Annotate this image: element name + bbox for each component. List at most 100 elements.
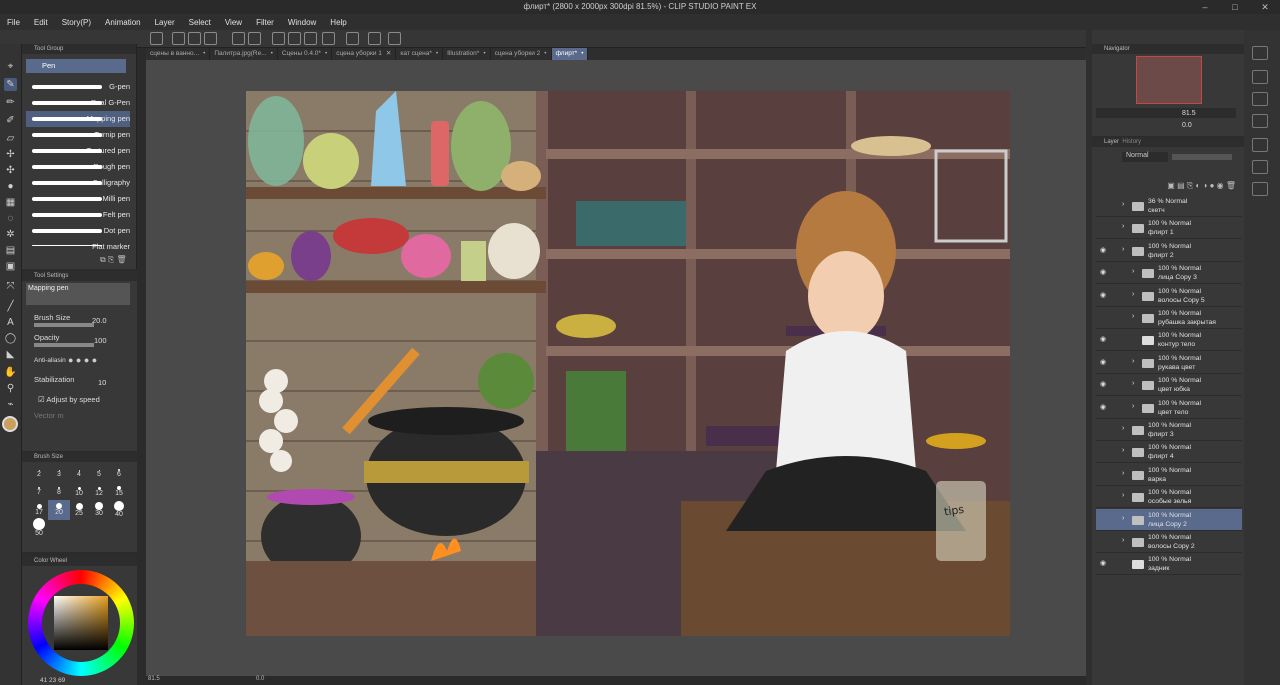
close-icon[interactable]: • <box>436 48 438 60</box>
brush-size-cell[interactable]: 15 <box>108 482 130 502</box>
brush-size-cell[interactable]: 3 <box>48 464 70 484</box>
menu-select[interactable]: Select <box>182 18 218 27</box>
tool-group-pen[interactable]: Pen <box>26 59 126 73</box>
close-icon[interactable]: ✕ <box>1250 0 1280 14</box>
eraser-tool-icon[interactable]: ▱ <box>4 132 17 145</box>
layer-row[interactable]: › 100 % Normal флирт 4 <box>1096 441 1242 464</box>
hue-ring[interactable] <box>28 570 134 676</box>
brush-item[interactable]: Turnip pen <box>26 127 130 143</box>
antialias-options[interactable]: ● ● ● ● <box>68 355 128 366</box>
brush-size-slider[interactable] <box>34 323 94 327</box>
chevron-right-icon[interactable]: › <box>1132 403 1134 410</box>
eye-icon[interactable]: ◉ <box>1100 403 1108 411</box>
eye-icon[interactable]: ◉ <box>1100 268 1108 276</box>
gradient-tool-icon[interactable]: ▤ <box>4 244 17 257</box>
layer-tab[interactable]: Layer <box>1104 139 1119 145</box>
brush-item-selected[interactable]: Mapping pen <box>26 111 130 127</box>
eye-icon[interactable]: ◉ <box>1100 380 1108 388</box>
brush-size-cell[interactable]: 7 <box>28 482 50 502</box>
frame-tool-icon[interactable]: ▣ <box>4 260 17 273</box>
chevron-right-icon[interactable]: › <box>1122 201 1124 208</box>
minimize-icon[interactable]: – <box>1190 0 1220 14</box>
correct-line-icon[interactable]: ◣ <box>4 348 17 361</box>
close-icon[interactable]: • <box>325 48 327 60</box>
close-icon[interactable]: • <box>581 48 583 60</box>
document-tab[interactable]: Палитра.jpg(Re... • <box>210 48 278 60</box>
layer-row[interactable]: › 100 % Normal особые зелья <box>1096 486 1242 509</box>
layer-row[interactable]: › 36 % Normal скетч <box>1096 195 1242 217</box>
menu-window[interactable]: Window <box>281 18 323 27</box>
brush-size-cell[interactable]: 25 <box>68 500 90 520</box>
panel-icon[interactable] <box>1252 160 1268 174</box>
brush-size-cell[interactable]: 40 <box>108 500 130 520</box>
blend-tool-icon[interactable]: ✢ <box>4 148 17 161</box>
eye-hidden-icon[interactable] <box>1100 537 1108 545</box>
redo-icon[interactable] <box>248 32 261 45</box>
eye-icon[interactable]: ◉ <box>1100 291 1108 299</box>
pencil-tool-icon[interactable]: ✏ <box>4 96 17 109</box>
chevron-right-icon[interactable]: › <box>1122 515 1124 522</box>
close-icon[interactable]: • <box>203 48 205 60</box>
layer-row[interactable]: ◉ › 100 % Normal цвет тело <box>1096 397 1242 419</box>
transform-icon[interactable] <box>304 32 317 45</box>
status-zoom[interactable]: 81.5 <box>148 676 160 682</box>
brush-size-cell[interactable]: 8 <box>48 482 70 502</box>
eye-icon[interactable]: ◉ <box>1100 335 1108 343</box>
layer-row[interactable]: › 100 % Normal лица Copy 2 <box>1096 508 1242 531</box>
preset-preview[interactable]: Mapping pen <box>26 283 130 305</box>
help-icon[interactable] <box>368 32 381 45</box>
brush-size-cell[interactable]: 30 <box>88 500 110 520</box>
brush-size-cell[interactable]: 2 <box>28 464 50 484</box>
stabilization-value[interactable]: 10 <box>98 378 106 387</box>
chevron-right-icon[interactable]: › <box>1122 537 1124 544</box>
close-icon[interactable]: • <box>271 48 273 60</box>
brush-size-cell[interactable]: 10 <box>68 482 90 502</box>
magic-wand-icon[interactable]: ✲ <box>4 228 17 241</box>
panel-icon[interactable] <box>1252 114 1268 128</box>
navigator-angle-value[interactable]: 0.0 <box>1182 122 1192 129</box>
document-tab[interactable]: кат сцена* • <box>396 48 444 60</box>
document-tab[interactable]: сцены в ванно... • <box>146 48 211 60</box>
document-tab[interactable]: Сцены 0.4.0* • <box>278 48 333 60</box>
zoom-tool-icon[interactable]: ⚲ <box>4 382 17 395</box>
menu-layer[interactable]: Layer <box>148 18 182 27</box>
layer-row[interactable]: ◉ 100 % Normal контур тело <box>1096 329 1242 352</box>
brush-size-value[interactable]: 20.0 <box>92 316 107 325</box>
layer-row[interactable]: › 100 % Normal флирт 3 <box>1096 419 1242 441</box>
menu-animation[interactable]: Animation <box>98 18 148 27</box>
brush-size-cell[interactable]: 20 <box>48 500 70 520</box>
history-tab[interactable]: History <box>1122 139 1141 145</box>
layer-row[interactable]: › 100 % Normal флирт 1 <box>1096 217 1242 240</box>
eye-hidden-icon[interactable] <box>1100 425 1108 433</box>
brush-size-cell[interactable]: 5 <box>88 464 110 484</box>
hand-tool-icon[interactable]: ✋ <box>4 366 17 379</box>
fill-icon[interactable] <box>288 32 301 45</box>
status-angle[interactable]: 0.0 <box>256 676 264 682</box>
layer-row[interactable]: ◉ 100 % Normal задник <box>1096 553 1242 576</box>
menu-story[interactable]: Story(P) <box>55 18 98 27</box>
blend-mode-select[interactable]: Normal <box>1122 152 1168 162</box>
adjust-by-speed-checkbox[interactable]: ☑ Adjust by speed <box>38 395 100 404</box>
save-icon[interactable] <box>204 32 217 45</box>
brush-size-cell[interactable]: 12 <box>88 482 110 502</box>
brush-item[interactable]: Calligraphy <box>26 175 130 191</box>
panel-icon[interactable] <box>1252 70 1268 84</box>
menu-edit[interactable]: Edit <box>27 18 55 27</box>
text-tool-icon[interactable]: A <box>4 316 17 329</box>
opacity-slider[interactable] <box>34 343 94 347</box>
chevron-right-icon[interactable]: › <box>1122 470 1124 477</box>
layer-row[interactable]: ◉ › 100 % Normal рукава цвет <box>1096 352 1242 374</box>
operation-tool-icon[interactable]: ⌖ <box>4 60 17 73</box>
opacity-slider[interactable] <box>1172 154 1232 160</box>
clear-icon[interactable] <box>272 32 285 45</box>
chevron-right-icon[interactable]: › <box>1122 447 1124 454</box>
brush-tool-icon[interactable]: ✐ <box>4 114 17 127</box>
document-tab[interactable]: сцена уборки 2 • <box>491 48 552 60</box>
navigator-zoom-value[interactable]: 81.5 <box>1182 110 1196 117</box>
eye-icon[interactable]: ◉ <box>1100 358 1108 366</box>
chevron-right-icon[interactable]: › <box>1122 492 1124 499</box>
eye-hidden-icon[interactable] <box>1100 515 1108 523</box>
balloon-tool-icon[interactable]: ◯ <box>4 332 17 345</box>
studio-icon[interactable] <box>150 32 163 45</box>
chevron-right-icon[interactable]: › <box>1132 380 1134 387</box>
